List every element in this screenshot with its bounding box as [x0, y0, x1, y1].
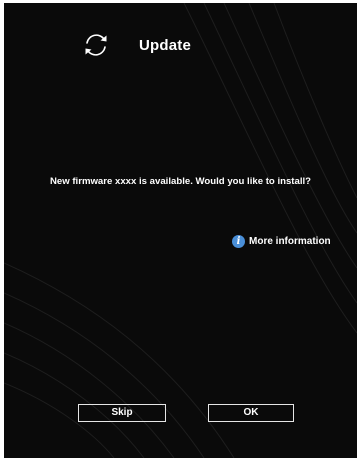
- skip-button[interactable]: Skip: [78, 404, 166, 422]
- info-icon: i: [232, 235, 245, 248]
- ok-button[interactable]: OK: [208, 404, 294, 422]
- update-message: New firmware xxxx is available. Would yo…: [49, 176, 312, 187]
- refresh-icon: [85, 34, 107, 56]
- update-dialog: Update New firmware xxxx is available. W…: [4, 3, 357, 458]
- background-texture: [4, 3, 357, 458]
- more-information-label: More information: [249, 236, 331, 247]
- dialog-title: Update: [139, 36, 192, 54]
- more-information-link[interactable]: i More information: [232, 235, 331, 248]
- dialog-header: Update: [83, 31, 191, 59]
